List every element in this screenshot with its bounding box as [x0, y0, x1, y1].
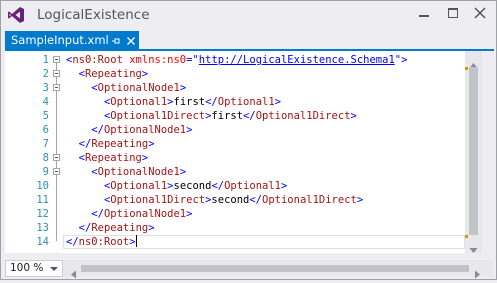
code-line: 1 <ns0:Root xmlns:ns0="http://LogicalExis…: [5, 53, 465, 67]
collapse-icon[interactable]: [53, 84, 60, 91]
horizontal-scroll-thumb[interactable]: [81, 265, 469, 272]
code-line: 4 <Optional1>first</Optional1>: [5, 95, 465, 109]
tab-sampleinput-xml[interactable]: SampleInput.xml: [5, 31, 139, 49]
code-line: 3 <OptionalNode1>: [5, 81, 465, 95]
document-tab-strip: SampleInput.xml: [1, 30, 496, 51]
text-caret: [135, 235, 137, 247]
code-line: 12 </OptionalNode1>: [5, 207, 465, 221]
code-text: </Repeating>: [78, 138, 155, 150]
code-text: <Optional1>second</Optional1>: [103, 180, 288, 192]
line-number: 2: [42, 68, 49, 80]
window-title: LogicalExistence: [37, 7, 150, 23]
zoom-value: 100 %: [10, 262, 44, 274]
chevron-down-icon: [50, 267, 58, 271]
line-number: 13: [36, 222, 49, 234]
collapse-icon[interactable]: [53, 168, 60, 175]
line-number: 9: [42, 166, 49, 178]
code-line: 6 </OptionalNode1>: [5, 123, 465, 137]
code-line: 9 <OptionalNode1>: [5, 165, 465, 179]
line-number: 8: [42, 152, 49, 164]
code-line: 10 <Optional1>second</Optional1>: [5, 179, 465, 193]
line-number: 7: [42, 138, 49, 150]
collapse-icon[interactable]: [53, 70, 60, 77]
code-line: 14 </ns0:Root>: [5, 235, 465, 249]
code-text: </Repeating>: [78, 222, 155, 234]
close-icon[interactable]: [126, 35, 136, 45]
code-text: <ns0:Root xmlns:ns0="http://LogicalExist…: [66, 54, 408, 66]
line-number: 3: [42, 82, 49, 94]
code-line: 7 </Repeating>: [5, 137, 465, 151]
ide-window: LogicalExistence SampleInput.xml 1 <ns0:…: [0, 0, 497, 280]
scroll-down-icon[interactable]: [469, 240, 478, 253]
code-line: 8 <Repeating>: [5, 151, 465, 165]
collapse-icon[interactable]: [53, 56, 60, 63]
scroll-right-icon[interactable]: [473, 264, 482, 279]
code-line: 2 <Repeating>: [5, 67, 465, 81]
scroll-up-icon[interactable]: [469, 55, 478, 68]
editor-bottom-bar: 100 %: [5, 260, 493, 279]
tab-label: SampleInput.xml: [11, 33, 109, 47]
close-window-button[interactable]: [469, 4, 491, 24]
code-text: </OptionalNode1>: [91, 124, 193, 136]
code-text: <Optional1Direct>first</Optional1Direct>: [103, 110, 357, 122]
collapse-icon[interactable]: [53, 154, 60, 161]
zoom-dropdown[interactable]: 100 %: [5, 260, 63, 277]
code-text: <Optional1>first</Optional1>: [103, 96, 281, 108]
scroll-marker: [465, 235, 468, 238]
vertical-scrollbar[interactable]: [465, 51, 482, 253]
scroll-left-icon[interactable]: [69, 264, 78, 279]
title-bar: LogicalExistence: [1, 1, 496, 29]
code-text: </OptionalNode1>: [91, 208, 193, 220]
vertical-scroll-thumb[interactable]: [469, 67, 478, 235]
line-number: 10: [36, 180, 49, 192]
code-text: <Repeating>: [78, 68, 149, 80]
code-text: <OptionalNode1>: [91, 82, 187, 94]
pin-icon[interactable]: [111, 35, 121, 45]
minimize-button[interactable]: [413, 4, 435, 24]
code-line: 13 </Repeating>: [5, 221, 465, 235]
line-number: 6: [42, 124, 49, 136]
code-line: 11 <Optional1Direct>second</Optional1Dir…: [5, 193, 465, 207]
line-number: 1: [42, 54, 49, 66]
line-number: 11: [36, 194, 49, 206]
code-text: <OptionalNode1>: [91, 166, 187, 178]
line-number: 5: [42, 110, 49, 122]
line-number: 14: [36, 236, 49, 248]
line-number: 4: [42, 96, 49, 108]
visual-studio-icon: [7, 6, 25, 24]
scroll-marker: [465, 67, 468, 70]
code-line: 5 <Optional1Direct>first</Optional1Direc…: [5, 109, 465, 123]
code-text: <Optional1Direct>second</Optional1Direct…: [103, 194, 364, 206]
line-number: 12: [36, 208, 49, 220]
code-editor[interactable]: 1 <ns0:Root xmlns:ns0="http://LogicalExis…: [5, 51, 465, 253]
code-text: <Repeating>: [78, 152, 149, 164]
maximize-button[interactable]: [442, 4, 464, 24]
code-text: </ns0:Root>: [66, 235, 137, 248]
